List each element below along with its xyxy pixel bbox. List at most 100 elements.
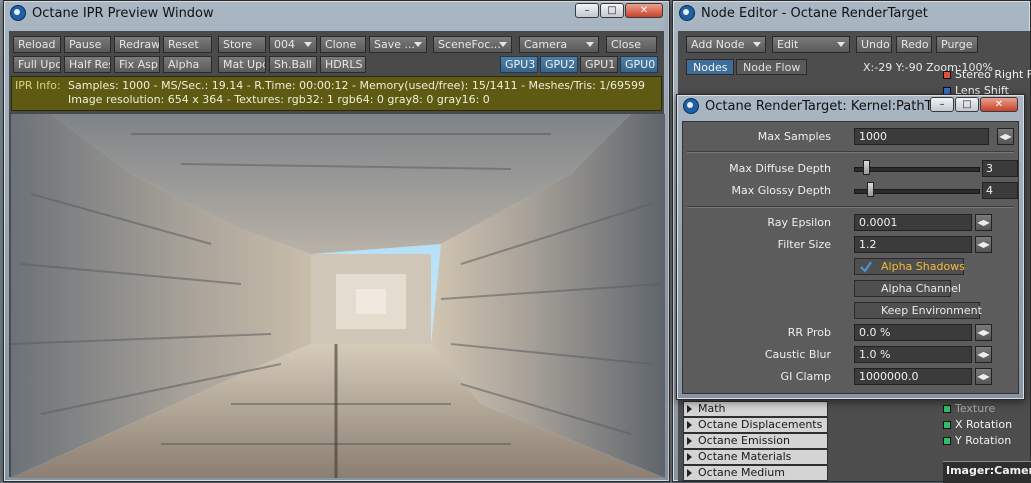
kernel-window-title: Octane RenderTarget: Kernel:PathTrac...: [705, 98, 964, 114]
max-samples-field[interactable]: 1000: [854, 128, 989, 145]
expand-arrow-icon: [687, 421, 692, 429]
octane-app-icon: [679, 5, 695, 21]
max-glossy-depth-knob[interactable]: [867, 182, 874, 197]
node-ports-bottom: Texture X Rotation Y Rotation: [943, 401, 1031, 449]
store-slot-dropdown[interactable]: 004: [269, 36, 317, 53]
gpu1-toggle[interactable]: GPU1: [580, 56, 618, 73]
reset-button[interactable]: Reset: [163, 36, 212, 53]
full-update-button[interactable]: Full Upd.: [13, 56, 61, 73]
undo-button[interactable]: Undo: [856, 36, 892, 53]
fix-aspect-button[interactable]: Fix Asp.: [114, 56, 160, 73]
max-diffuse-depth-knob[interactable]: [863, 160, 870, 175]
expand-arrow-icon: [687, 469, 692, 477]
render-viewport[interactable]: [11, 114, 665, 478]
rendered-corridor-image: [11, 114, 665, 478]
redraw-button[interactable]: Redraw: [114, 36, 160, 53]
minimize-button[interactable]: –: [575, 3, 599, 18]
camera-dropdown[interactable]: Camera: [519, 36, 599, 53]
port-dot-icon: [943, 405, 951, 413]
material-update-button[interactable]: Mat Upd: [218, 56, 266, 73]
max-glossy-depth-field[interactable]: 4: [982, 182, 1018, 199]
max-diffuse-depth-slider[interactable]: [854, 167, 980, 172]
port-dot-icon: [943, 71, 951, 79]
gi-clamp-label: GI Clamp: [780, 370, 831, 383]
ipr-preview-window: Octane IPR Preview Window – □ ✕ Reload P…: [3, 0, 670, 482]
expand-arrow-icon: [687, 453, 692, 461]
ipr-body: Reload Pause Redraw Reset Store 004 Clon…: [9, 31, 665, 478]
node-port[interactable]: Y Rotation: [943, 433, 1031, 449]
shader-ball-button[interactable]: Sh.Ball: [269, 56, 317, 73]
ray-epsilon-stepper[interactable]: ◀▶: [975, 214, 992, 231]
caustic-blur-stepper[interactable]: ◀▶: [975, 346, 992, 363]
expand-arrow-icon: [687, 437, 692, 445]
alpha-button[interactable]: Alpha: [163, 56, 212, 73]
port-dot-icon: [943, 421, 951, 429]
gi-clamp-field[interactable]: 1000000.0: [854, 368, 972, 385]
alpha-shadows-label: Alpha Shadows: [881, 260, 965, 273]
list-item[interactable]: Octane Displacements: [683, 417, 828, 433]
list-item[interactable]: Octane Emission: [683, 433, 828, 449]
alpha-channel-label: Alpha Channel: [881, 282, 961, 295]
maximize-button[interactable]: □: [600, 3, 624, 18]
kernel-titlebar[interactable]: Octane RenderTarget: Kernel:PathTrac... …: [677, 95, 1024, 117]
reload-button[interactable]: Reload: [13, 36, 61, 53]
tab-node-flow[interactable]: Node Flow: [736, 59, 808, 75]
filter-size-stepper[interactable]: ◀▶: [975, 236, 992, 253]
node-port[interactable]: Texture: [943, 401, 1031, 417]
node-port[interactable]: X Rotation: [943, 417, 1031, 433]
node-category-list: Math Octane Displacements Octane Emissio…: [683, 401, 828, 481]
kernel-settings-body: Max Samples 1000 ◀▶ Max Diffuse Depth 3 …: [682, 121, 1019, 394]
list-item[interactable]: Math: [683, 401, 828, 417]
purge-button[interactable]: Purge: [936, 36, 978, 53]
divider: [687, 151, 1014, 153]
node-port[interactable]: Stereo Right Fil: [943, 67, 1031, 83]
clone-button[interactable]: Clone: [320, 36, 366, 53]
edit-dropdown[interactable]: Edit: [772, 36, 850, 53]
gpu0-toggle[interactable]: GPU0: [620, 56, 658, 73]
list-item[interactable]: Octane Materials: [683, 449, 828, 465]
half-res-button[interactable]: Half Res: [64, 56, 111, 73]
ipr-titlebar[interactable]: Octane IPR Preview Window – □ ✕: [4, 1, 669, 25]
ray-epsilon-field[interactable]: 0.0001: [854, 214, 972, 231]
rr-prob-label: RR Prob: [787, 326, 831, 339]
max-glossy-depth-label: Max Glossy Depth: [731, 184, 831, 197]
tab-nodes[interactable]: Nodes: [686, 59, 735, 75]
max-diffuse-depth-field[interactable]: 3: [982, 160, 1018, 177]
octane-app-icon: [10, 5, 26, 21]
max-diffuse-depth-label: Max Diffuse Depth: [729, 162, 831, 175]
max-samples-stepper[interactable]: ◀▶: [997, 128, 1014, 145]
gi-clamp-stepper[interactable]: ◀▶: [975, 368, 992, 385]
store-button[interactable]: Store: [218, 36, 266, 53]
node-editor-titlebar[interactable]: Node Editor - Octane RenderTarget: [673, 1, 1030, 25]
save-dropdown[interactable]: Save ...: [369, 36, 427, 53]
maximize-button[interactable]: □: [955, 97, 979, 112]
alpha-channel-checkbox[interactable]: Alpha Channel: [854, 280, 961, 297]
caustic-blur-label: Caustic Blur: [764, 348, 831, 361]
rr-prob-stepper[interactable]: ◀▶: [975, 324, 992, 341]
scene-focus-dropdown[interactable]: SceneFoc...: [433, 36, 512, 53]
close-window-button[interactable]: ✕: [625, 3, 663, 18]
add-node-dropdown[interactable]: Add Node: [686, 36, 766, 53]
filter-size-label: Filter Size: [777, 238, 831, 251]
hdrls-button[interactable]: HDRLS: [320, 56, 366, 73]
ray-epsilon-label: Ray Epsilon: [767, 216, 831, 229]
alpha-shadows-checkbox[interactable]: Alpha Shadows: [854, 258, 965, 275]
divider: [687, 206, 1014, 208]
list-item[interactable]: Octane Medium: [683, 465, 828, 481]
ipr-info-panel: IPR Info: Samples: 1000 - MS/Sec.: 19.14…: [11, 76, 662, 111]
expand-arrow-icon: [687, 405, 692, 413]
imager-camera-node[interactable]: Imager:Camera (1: [943, 461, 1031, 483]
redo-button[interactable]: Redo: [896, 36, 932, 53]
rr-prob-field[interactable]: 0.0 %: [854, 324, 972, 341]
caustic-blur-field[interactable]: 1.0 %: [854, 346, 972, 363]
ipr-info-stats: Samples: 1000 - MS/Sec.: 19.14 - R.Time:…: [68, 79, 646, 92]
minimize-button[interactable]: –: [930, 97, 954, 112]
gpu2-toggle[interactable]: GPU2: [540, 56, 578, 73]
node-editor-title: Node Editor - Octane RenderTarget: [701, 5, 928, 21]
filter-size-field[interactable]: 1.2: [854, 236, 972, 253]
close-button[interactable]: Close: [606, 36, 657, 53]
keep-environment-checkbox[interactable]: Keep Environment: [854, 302, 982, 319]
close-window-button[interactable]: ✕: [980, 97, 1018, 112]
gpu3-toggle[interactable]: GPU3: [500, 56, 538, 73]
pause-button[interactable]: Pause: [64, 36, 111, 53]
